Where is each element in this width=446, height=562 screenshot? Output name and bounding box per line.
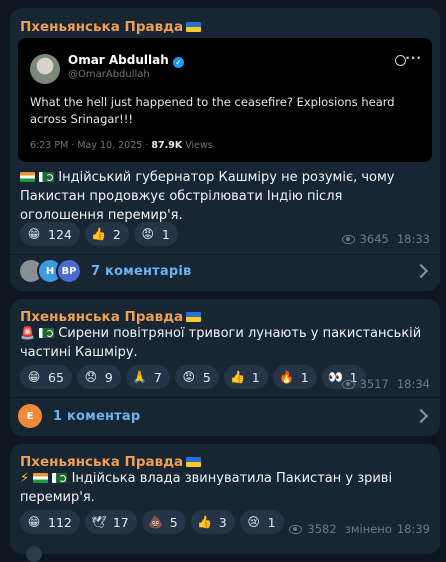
dove-icon: 🕊 — [91, 515, 107, 529]
post-meta: 3645 18:33 — [341, 232, 430, 246]
post-time: 18:39 — [396, 522, 430, 536]
avatar: E — [18, 404, 42, 428]
more-options-icon[interactable]: ··· — [405, 51, 422, 65]
tweet-handle: @OmarAbdullah — [68, 69, 150, 80]
post-time: 18:34 — [396, 377, 430, 391]
reactions-row: 😁 112 🕊 17 💩 5 👍 3 😢 1 — [20, 510, 284, 534]
grinning-face-icon: 😁 — [27, 515, 41, 529]
enraged-face-icon: 😡 — [141, 227, 155, 241]
reaction-dove[interactable]: 🕊 17 — [84, 510, 137, 534]
thumbs-up-icon: 👍 — [91, 227, 107, 241]
comments-button[interactable]: H BP 7 коментарів — [10, 250, 440, 291]
poop-icon: 💩 — [148, 515, 164, 529]
comments-label: 7 коментарів — [91, 263, 192, 279]
reaction-grinning-face[interactable]: 😁 124 — [20, 222, 80, 246]
channel-post: Пхеньянська Правда 🚨 Сирени повітряної т… — [10, 299, 440, 436]
views-count: 3582 — [307, 522, 337, 536]
tweet-timestamp: 6:23 PM · May 10, 2025 · — [30, 140, 149, 151]
ukraine-flag-icon — [186, 22, 202, 32]
views-count: 3645 — [359, 232, 389, 246]
sad-face-icon: 😞 — [84, 370, 98, 384]
post-meta: 3517 18:34 — [341, 377, 430, 391]
pakistan-flag-icon — [39, 172, 55, 182]
tweet-author: Omar Abdullah — [68, 53, 169, 67]
tweet-views-count: 87.9K — [151, 140, 183, 151]
channel-post: Пхеньянська Правда Omar Abdullah ✓ @Omar… — [10, 8, 440, 291]
fire-icon: 🔥 — [279, 370, 295, 384]
siren-icon: 🚨 — [20, 326, 35, 340]
enraged-face-icon: 😡 — [182, 370, 196, 384]
india-flag-icon — [20, 172, 35, 182]
eye-icon — [341, 234, 355, 244]
reactions-row: 😁 124 👍 2 😡 1 — [20, 222, 178, 246]
eye-icon — [341, 379, 355, 389]
post-time: 18:33 — [396, 232, 430, 246]
reaction-thumbs-up[interactable]: 👍 1 — [223, 365, 268, 389]
commenter-avatars: H BP — [18, 258, 82, 284]
india-flag-icon — [33, 473, 49, 483]
reaction-poop[interactable]: 💩 5 — [141, 510, 186, 534]
views-count: 3517 — [359, 377, 389, 391]
grinning-face-icon: 😁 — [27, 370, 41, 384]
post-text: Індійський губернатор Кашміру не розуміє… — [20, 170, 395, 223]
verified-badge-icon: ✓ — [172, 57, 184, 68]
chevron-right-icon — [413, 263, 429, 279]
lightning-icon: ⚡ — [20, 471, 30, 486]
chevron-right-icon — [413, 408, 429, 424]
reaction-sad-face[interactable]: 😞 9 — [76, 365, 121, 389]
post-text: 🚨 Сирени повітряної тривоги лунають у па… — [20, 326, 422, 360]
channel-name[interactable]: Пхеньянська Правда — [10, 18, 211, 36]
tweet-views-label: Views — [185, 140, 213, 151]
reaction-folded-hands[interactable]: 🙏 7 — [125, 365, 170, 389]
folded-hands-icon: 🙏 — [132, 370, 148, 384]
avatar: BP — [56, 258, 82, 284]
eye-icon — [289, 524, 303, 534]
reaction-enraged-face[interactable]: 😡 1 — [133, 222, 178, 246]
reaction-fire[interactable]: 🔥 1 — [272, 365, 317, 389]
reactions-row: 😁 65 😞 9 🙏 7 😡 5 👍 1 🔥 1 👀 1 — [20, 365, 366, 389]
comments-label: 1 коментар — [53, 408, 141, 424]
reaction-enraged-face[interactable]: 😡 5 — [174, 365, 219, 389]
reaction-thumbs-up[interactable]: 👍 3 — [190, 510, 235, 534]
reaction-crying-face[interactable]: 😢 1 — [239, 510, 284, 534]
grinning-face-icon: 😁 — [27, 227, 41, 241]
ukraine-flag-icon — [186, 312, 202, 322]
thumbs-up-icon: 👍 — [230, 370, 246, 384]
post-text: ⚡ Індійська влада звинуватила Пакистан у… — [20, 471, 393, 505]
comments-button[interactable]: E 1 коментар — [10, 395, 440, 436]
channel-post: Пхеньянська Правда ⚡ Індійська влада зви… — [10, 444, 440, 554]
thumbs-up-icon: 👍 — [197, 515, 213, 529]
reaction-thumbs-up[interactable]: 👍 2 — [84, 222, 129, 246]
tweet-embed[interactable]: Omar Abdullah ✓ @OmarAbdullah ··· What t… — [18, 38, 432, 162]
reaction-grinning-face[interactable]: 😁 65 — [20, 365, 72, 389]
pakistan-flag-icon — [39, 328, 55, 338]
ukraine-flag-icon — [186, 457, 202, 467]
next-post-avatar — [26, 546, 42, 562]
crying-face-icon: 😢 — [247, 515, 260, 529]
tweet-text: What the hell just happened to the cease… — [30, 95, 395, 126]
pakistan-flag-icon — [52, 473, 68, 483]
edited-label: змінено — [344, 522, 392, 536]
tweet-avatar — [30, 54, 60, 84]
reaction-grinning-face[interactable]: 😁 112 — [20, 510, 80, 534]
post-meta: 3582 змінено 18:39 — [289, 522, 430, 536]
